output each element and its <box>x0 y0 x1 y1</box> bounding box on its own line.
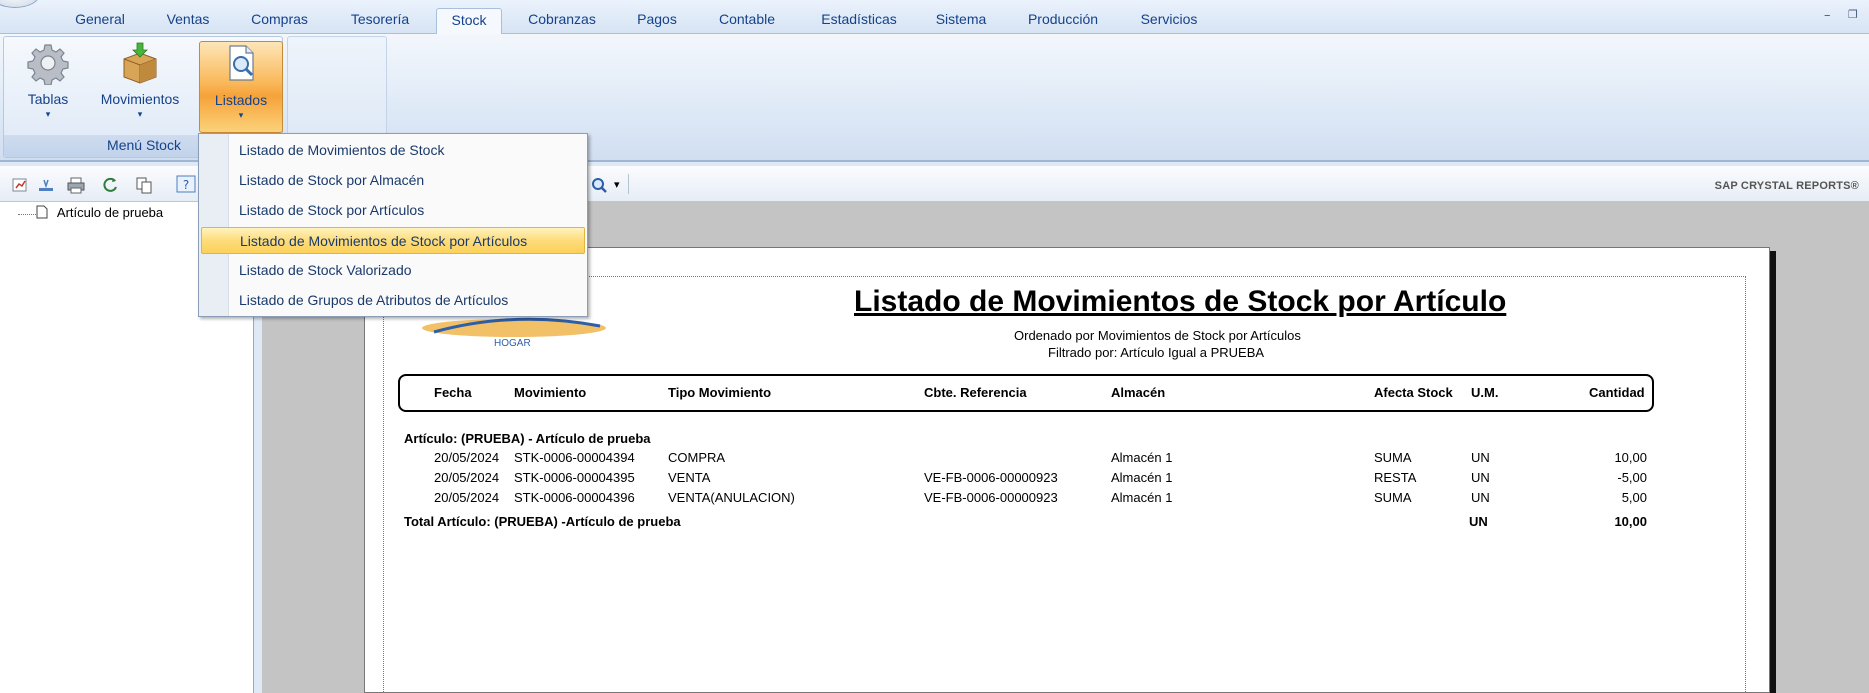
total-cantidad: 10,00 <box>1614 514 1647 529</box>
column-header-cbte-referencia: Cbte. Referencia <box>924 385 1027 400</box>
logo-text: HOGAR <box>494 338 531 349</box>
listados-dropdown-menu: Listado de Movimientos de Stock Listado … <box>198 133 588 317</box>
tab-produccion[interactable]: Producción <box>1018 8 1108 34</box>
box-icon <box>123 42 157 84</box>
row-afecta: SUMA <box>1374 450 1412 465</box>
report-column-header: Fecha Movimiento Tipo Movimiento Cbte. R… <box>398 374 1654 412</box>
tab-cobranzas[interactable]: Cobranzas <box>520 8 604 34</box>
tab-sistema[interactable]: Sistema <box>928 8 994 34</box>
gear-icon <box>27 44 69 85</box>
tab-compras[interactable]: Compras <box>243 8 316 34</box>
tab-pagos[interactable]: Pagos <box>627 8 687 34</box>
movimientos-button[interactable]: Movimientos ▾ <box>92 41 188 133</box>
report-page-content: HOGAR Listado de Movimientos de Stock po… <box>383 276 1746 693</box>
tree-node[interactable]: Artículo de prueba <box>36 205 163 220</box>
listados-label: Listados <box>214 92 268 108</box>
column-header-movimiento: Movimiento <box>514 385 587 400</box>
row-um: UN <box>1471 450 1490 465</box>
tab-contable[interactable]: Contable <box>708 8 786 34</box>
toolbar-separator <box>628 174 629 194</box>
zoom-icon[interactable] <box>590 176 610 194</box>
export-icon[interactable] <box>10 176 30 194</box>
group-header: Artículo: (PRUEBA) - Artículo de prueba <box>404 431 651 446</box>
row-referencia: VE-FB-0006-00000923 <box>924 490 1058 505</box>
tablas-label: Tablas <box>27 91 69 107</box>
tab-stock[interactable]: Stock <box>436 8 502 35</box>
column-header-tipo-movimiento: Tipo Movimiento <box>668 385 772 400</box>
tab-estadisticas[interactable]: Estadísticas <box>812 8 906 34</box>
sap-crystal-reports-brand: SAP CRYSTAL REPORTS® <box>1714 180 1859 192</box>
row-tipo: VENTA(ANULACION) <box>668 490 795 505</box>
report-title: Listado de Movimientos de Stock por Artí… <box>854 285 1507 318</box>
chevron-down-icon: ▾ <box>238 110 244 120</box>
copy-icon[interactable] <box>134 176 154 194</box>
movimientos-label: Movimientos <box>100 91 180 107</box>
total-label: Total Artículo: (PRUEBA) -Artículo de pr… <box>404 514 681 529</box>
minimize-button[interactable]: – <box>1824 8 1831 23</box>
tab-ventas[interactable]: Ventas <box>155 8 221 34</box>
report-subtitle: Ordenado por Movimientos de Stock por Ar… <box>1014 328 1301 343</box>
ribbon-tab-bar: General Ventas Compras Tesorería Stock C… <box>0 0 1869 35</box>
print-icon[interactable] <box>66 176 86 194</box>
row-referencia: VE-FB-0006-00000923 <box>924 470 1058 485</box>
row-fecha: 20/05/2024 <box>434 450 500 465</box>
total-um: UN <box>1469 514 1488 529</box>
tab-general[interactable]: General <box>62 8 138 34</box>
menu-item-listado-movimientos-stock-por-articulos[interactable]: Listado de Movimientos de Stock por Artí… <box>201 227 585 254</box>
ribbon-group-empty <box>287 36 387 136</box>
column-header-afecta-stock: Afecta Stock <box>1374 385 1453 400</box>
menu-item-listado-stock-por-almacen[interactable]: Listado de Stock por Almacén <box>201 167 585 194</box>
row-um: UN <box>1471 490 1490 505</box>
tab-tesoreria[interactable]: Tesorería <box>340 8 420 34</box>
row-movimiento: STK-0006-00004396 <box>514 490 635 505</box>
menu-item-listado-movimientos-stock[interactable]: Listado de Movimientos de Stock <box>201 137 585 164</box>
column-header-cantidad: Cantidad <box>1589 385 1645 400</box>
print-setup-icon[interactable] <box>36 176 56 194</box>
row-cantidad: -5,00 <box>1617 470 1647 485</box>
row-afecta: RESTA <box>1374 470 1417 485</box>
column-header-um: U.M. <box>1471 385 1499 400</box>
chevron-down-icon: ▾ <box>45 109 51 119</box>
zoom-dropdown-arrow[interactable]: ▾ <box>614 178 620 191</box>
tablas-button[interactable]: Tablas ▾ <box>16 41 80 133</box>
menu-item-listado-stock-por-articulos[interactable]: Listado de Stock por Artículos <box>201 197 585 224</box>
row-cantidad: 5,00 <box>1621 490 1647 505</box>
row-afecta: SUMA <box>1374 490 1412 505</box>
menu-item-listado-grupos-atributos[interactable]: Listado de Grupos de Atributos de Artícu… <box>201 287 585 314</box>
menu-item-listado-stock-valorizado[interactable]: Listado de Stock Valorizado <box>201 257 585 284</box>
row-um: UN <box>1471 470 1490 485</box>
report-magnifier-icon <box>229 45 254 81</box>
row-tipo: VENTA <box>668 470 711 485</box>
restore-button[interactable]: ❐ <box>1848 8 1858 21</box>
row-fecha: 20/05/2024 <box>434 490 500 505</box>
refresh-icon[interactable] <box>100 176 120 194</box>
report-filter: Filtrado por: Artículo Igual a PRUEBA <box>1048 345 1265 360</box>
application-button[interactable] <box>0 0 40 8</box>
chevron-down-icon: ▾ <box>137 109 143 119</box>
column-header-almacen: Almacén <box>1111 385 1166 400</box>
row-almacen: Almacén 1 <box>1111 470 1173 485</box>
svg-text:?: ? <box>183 178 189 192</box>
row-fecha: 20/05/2024 <box>434 470 500 485</box>
document-icon <box>36 205 48 219</box>
row-movimiento: STK-0006-00004394 <box>514 450 635 465</box>
row-tipo: COMPRA <box>668 450 726 465</box>
column-header-fecha: Fecha <box>434 385 472 400</box>
row-cantidad: 10,00 <box>1614 450 1647 465</box>
help-icon[interactable]: ? <box>176 175 196 193</box>
row-movimiento: STK-0006-00004395 <box>514 470 635 485</box>
tree-connector <box>18 214 38 215</box>
row-almacen: Almacén 1 <box>1111 490 1173 505</box>
tab-servicios[interactable]: Servicios <box>1132 8 1206 34</box>
listados-button[interactable]: Listados ▾ <box>199 41 283 133</box>
tree-node-label: Artículo de prueba <box>56 205 164 220</box>
row-almacen: Almacén 1 <box>1111 450 1173 465</box>
